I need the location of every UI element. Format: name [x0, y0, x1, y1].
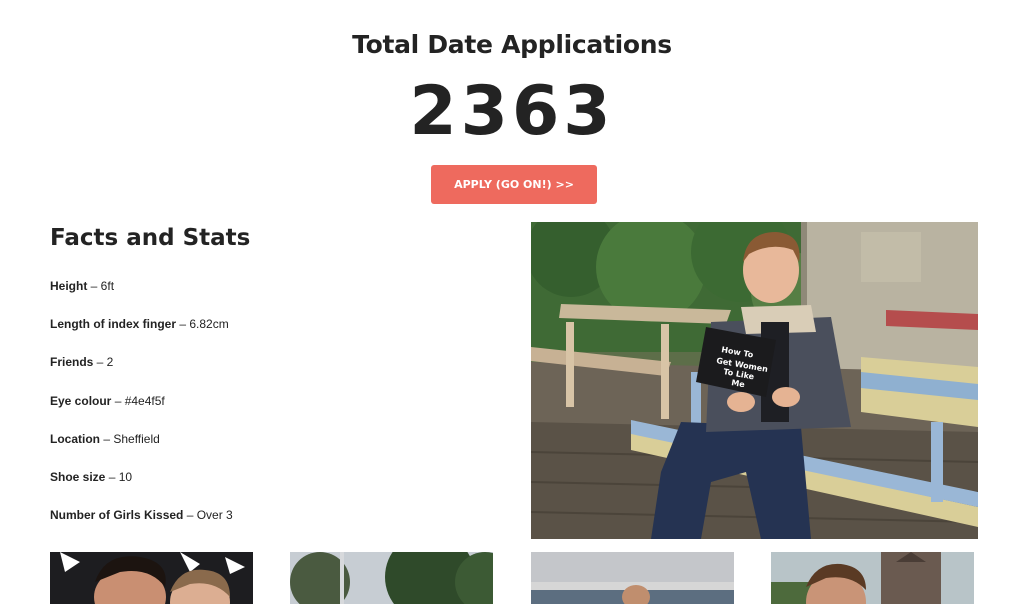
fact-label: Friends	[50, 355, 94, 369]
fact-value: – #4e4f5f	[111, 394, 165, 408]
applications-count: 2363	[409, 72, 615, 151]
fact-label: Location	[50, 432, 100, 446]
gallery-photo-3-illustration	[531, 552, 734, 604]
fact-shoe-size: Shoe size – 10	[50, 470, 132, 484]
fact-value: – Over 3	[183, 508, 233, 522]
gallery-photo-2-illustration	[290, 552, 493, 604]
gallery-photo-2[interactable]	[290, 552, 493, 604]
fact-location: Location – Sheffield	[50, 432, 160, 446]
gallery-photo-4-illustration	[771, 552, 974, 604]
fact-height: Height – 6ft	[50, 279, 114, 293]
fact-value: – 10	[105, 470, 133, 484]
profile-photo: How To Get Women To Like Me	[531, 222, 978, 539]
gallery-photo-4[interactable]	[771, 552, 974, 604]
gallery-photo-1-illustration	[50, 552, 253, 604]
fact-value: – Sheffield	[100, 432, 160, 446]
profile-photo-illustration: How To Get Women To Like Me	[531, 222, 978, 539]
facts-heading: Facts and Stats	[50, 225, 251, 251]
apply-button[interactable]: APPLY (GO ON!) >>	[431, 165, 597, 204]
fact-index-finger: Length of index finger – 6.82cm	[50, 317, 229, 331]
fact-friends: Friends – 2	[50, 355, 113, 369]
fact-label: Height	[50, 279, 88, 293]
fact-label: Length of index finger	[50, 317, 176, 331]
fact-label: Number of Girls Kissed	[50, 508, 184, 522]
fact-value: – 6ft	[87, 279, 115, 293]
fact-girls-kissed: Number of Girls Kissed – Over 3	[50, 508, 233, 522]
page-title: Total Date Applications	[352, 30, 672, 59]
gallery-photo-3[interactable]	[531, 552, 734, 604]
fact-label: Eye colour	[50, 394, 112, 408]
fact-value: – 2	[93, 355, 114, 369]
fact-eye-colour: Eye colour – #4e4f5f	[50, 394, 165, 408]
fact-label: Shoe size	[50, 470, 106, 484]
gallery-photo-1[interactable]	[50, 552, 253, 604]
fact-value: – 6.82cm	[176, 317, 229, 331]
